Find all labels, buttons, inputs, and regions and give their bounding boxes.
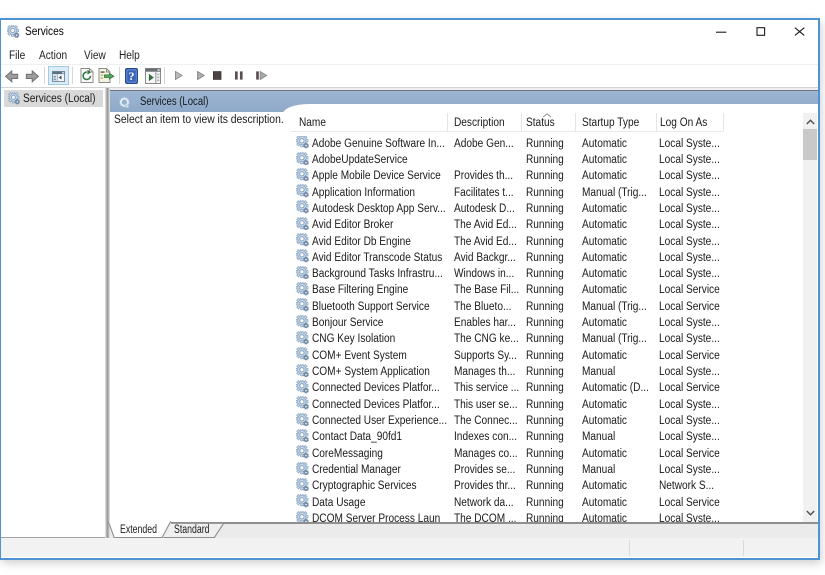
svg-text:?: ? — [129, 69, 135, 83]
